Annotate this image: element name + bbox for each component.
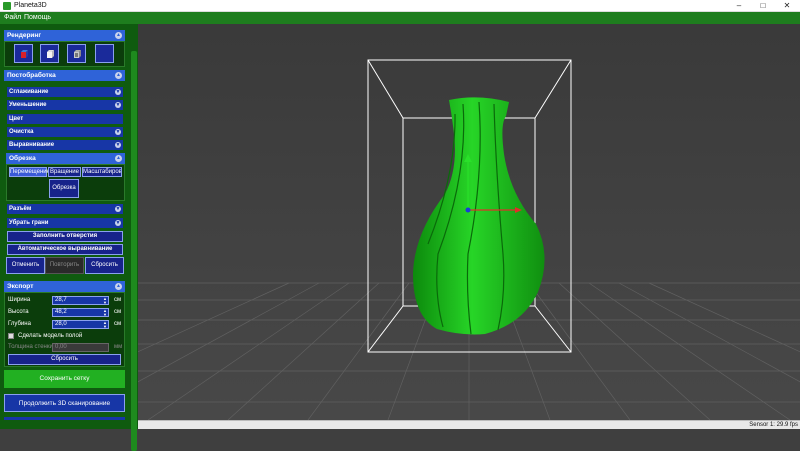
white-cube-icon: [47, 50, 54, 58]
smoothing-label: Сглаживание: [9, 89, 49, 95]
render-shaded-button[interactable]: [40, 44, 59, 63]
menu-bar: Файл Помощь: [0, 12, 800, 24]
menu-help[interactable]: Помощь: [24, 13, 51, 23]
colored-cube-icon: [21, 50, 28, 58]
width-value: 28,7: [55, 297, 67, 303]
move-tool-button[interactable]: Перемещение: [9, 167, 50, 177]
color-label: Цвет: [9, 116, 24, 122]
wall-thickness-value: 0,00: [55, 344, 67, 350]
title-bar: Planeta3D – □ ✕: [0, 0, 800, 12]
continue-scan-button[interactable]: Продолжить 3D сканирование: [4, 394, 125, 412]
status-bar: Sensor 1: 29.9 fps: [138, 420, 800, 429]
cleanup-label: Очистка: [9, 129, 34, 135]
render-wire-button[interactable]: [67, 44, 86, 63]
wall-thickness-unit: мм: [114, 344, 123, 350]
render-section-header[interactable]: Рендеринг ▲: [4, 30, 125, 41]
hidden-button-edge: [4, 417, 125, 420]
alignment-label: Выравнивание: [9, 142, 55, 148]
3d-viewport[interactable]: [138, 24, 800, 420]
collapse-icon[interactable]: ▲: [115, 72, 122, 79]
export-section-header[interactable]: Экспорт ▲: [4, 281, 125, 292]
hollow-label: Сделать модель полой: [18, 333, 83, 339]
width-label: Ширина: [8, 297, 31, 303]
minimize-icon[interactable]: –: [727, 0, 751, 12]
render-empty-button[interactable]: [95, 44, 114, 63]
vase-model: [413, 97, 545, 335]
gray-cube-icon: [74, 50, 81, 58]
window-title: Planeta3D: [14, 2, 47, 9]
height-field[interactable]: 48,2 ▲ ▼: [52, 308, 109, 317]
scale-tool-button[interactable]: Масштабировани: [82, 167, 122, 177]
post-section-title: Постобработка: [7, 72, 56, 79]
wall-thickness-label: Толщина стенки: [8, 344, 53, 350]
height-label: Высота: [8, 309, 29, 315]
render-colored-button[interactable]: [14, 44, 33, 63]
split-label: Разъём: [9, 206, 32, 212]
height-value: 48,2: [55, 309, 67, 315]
spin-arrows-icon[interactable]: ▲ ▼: [103, 321, 107, 329]
depth-value: 28,0: [55, 321, 67, 327]
decimation-label: Уменьшение: [9, 102, 47, 108]
export-reset-button[interactable]: Сбросить: [8, 354, 121, 365]
height-unit: см: [114, 309, 122, 315]
expand-icon[interactable]: ▼: [115, 206, 121, 212]
expand-icon[interactable]: ▼: [115, 142, 121, 148]
alignment-item[interactable]: Выравнивание ▼: [7, 140, 123, 150]
smoothing-item[interactable]: Сглаживание ▼: [7, 87, 123, 97]
crop-section-header[interactable]: Обрезка ▲: [6, 153, 125, 164]
redo-button: Повторить: [45, 257, 84, 274]
decimation-item[interactable]: Уменьшение ▼: [7, 100, 123, 110]
expand-icon[interactable]: ▼: [115, 220, 121, 226]
post-section-header[interactable]: Постобработка ▲: [4, 70, 125, 81]
app-icon: [3, 2, 11, 10]
save-mesh-button[interactable]: Сохранить сетку: [4, 370, 125, 388]
width-field[interactable]: 28,7 ▲ ▼: [52, 296, 109, 305]
collapse-icon[interactable]: ▲: [115, 155, 122, 162]
expand-icon[interactable]: ▼: [115, 89, 121, 95]
collapse-icon[interactable]: ▲: [115, 283, 122, 290]
close-icon[interactable]: ✕: [775, 0, 799, 12]
rotate-tool-button[interactable]: Вращение: [48, 167, 81, 177]
cleanup-item[interactable]: Очистка ▼: [7, 127, 123, 137]
spin-arrows-icon[interactable]: ▲ ▼: [103, 297, 107, 305]
sidebar-scrollbar[interactable]: [131, 51, 137, 451]
depth-unit: см: [114, 321, 122, 327]
remove-faces-item[interactable]: Убрать грани ▼: [7, 218, 123, 228]
crop-button[interactable]: Обрезка: [49, 179, 79, 198]
sidebar: Рендеринг ▲ Постобработка ▲ Сглаживание …: [0, 24, 138, 451]
expand-icon[interactable]: ▼: [115, 129, 121, 135]
wall-thickness-field: 0,00: [52, 343, 109, 352]
depth-label: Глубина: [8, 321, 31, 327]
auto-align-button[interactable]: Автоматическое выравнивание: [7, 244, 123, 255]
undo-button[interactable]: Отменить: [6, 257, 45, 274]
export-section-title: Экспорт: [7, 283, 34, 290]
collapse-icon[interactable]: ▲: [115, 32, 122, 39]
depth-field[interactable]: 28,0 ▲ ▼: [52, 320, 109, 329]
spin-arrows-icon[interactable]: ▲ ▼: [103, 309, 107, 317]
fill-holes-button[interactable]: Заполнить отверстия: [7, 231, 123, 242]
post-reset-button[interactable]: Сбросить: [85, 257, 124, 274]
remove-faces-label: Убрать грани: [9, 220, 49, 226]
scene: [138, 59, 800, 420]
maximize-icon[interactable]: □: [751, 0, 775, 12]
crop-section-title: Обрезка: [9, 155, 36, 162]
hollow-checkbox[interactable]: [8, 333, 14, 339]
menu-file[interactable]: Файл: [4, 13, 21, 23]
color-item[interactable]: Цвет: [7, 114, 123, 124]
expand-icon[interactable]: ▼: [115, 102, 121, 108]
width-unit: см: [114, 297, 122, 303]
split-item[interactable]: Разъём ▼: [7, 204, 123, 214]
render-section-title: Рендеринг: [7, 32, 42, 39]
